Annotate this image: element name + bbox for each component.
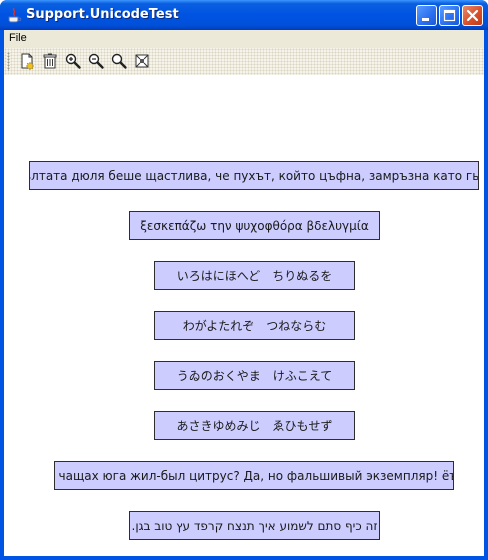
sample-japanese-4: あさきゆめみじ ゑひもせず: [154, 411, 355, 440]
zoom-reset-icon[interactable]: [110, 52, 128, 70]
sample-japanese-1: いろはにほへど ちりぬるを: [154, 261, 355, 290]
fit-page-icon[interactable]: [133, 52, 151, 70]
sample-hebrew: זה כיף סתם לשמוע איך תנצח קרפד עץ טוב בג…: [129, 511, 380, 540]
maximize-icon: [443, 9, 456, 22]
zoom-out-icon[interactable]: [87, 52, 105, 70]
zoom-in-icon[interactable]: [64, 52, 82, 70]
sample-japanese-3: うゐのおくやま けふこえて: [154, 361, 355, 390]
java-icon: [8, 7, 22, 23]
sample-russian: В чащах юга жил-был цитрус? Да, но фальш…: [54, 461, 454, 490]
close-icon: [466, 9, 479, 22]
sample-greek: ξεσκεπάζω την ψυχοφθόρα βδελυγμία: [129, 211, 380, 240]
toolbar-grip[interactable]: [7, 52, 10, 71]
maximize-button[interactable]: [439, 5, 460, 26]
window-title: Support.UnicodeTest: [26, 7, 179, 22]
menu-file[interactable]: File: [9, 32, 27, 44]
delete-icon[interactable]: [41, 52, 59, 70]
menu-bar: File: [4, 30, 484, 48]
client-area: File Жълтата дюля беше щастлива, че пухъ…: [4, 30, 484, 556]
close-button[interactable]: [462, 5, 483, 26]
minimize-icon: [422, 18, 429, 21]
toolbar: [4, 48, 484, 75]
title-bar[interactable]: Support.UnicodeTest: [0, 0, 488, 30]
sample-bulgarian: Жълтата дюля беше щастлива, че пухът, ко…: [29, 161, 479, 190]
content-area: Жълтата дюля беше щастлива, че пухът, ко…: [4, 75, 484, 556]
app-window: Support.UnicodeTest File Жълтата дюля бе…: [0, 0, 488, 560]
minimize-button[interactable]: [416, 5, 437, 26]
new-document-icon[interactable]: [18, 52, 36, 70]
sample-japanese-2: わがよたれぞ つねならむ: [154, 311, 355, 340]
